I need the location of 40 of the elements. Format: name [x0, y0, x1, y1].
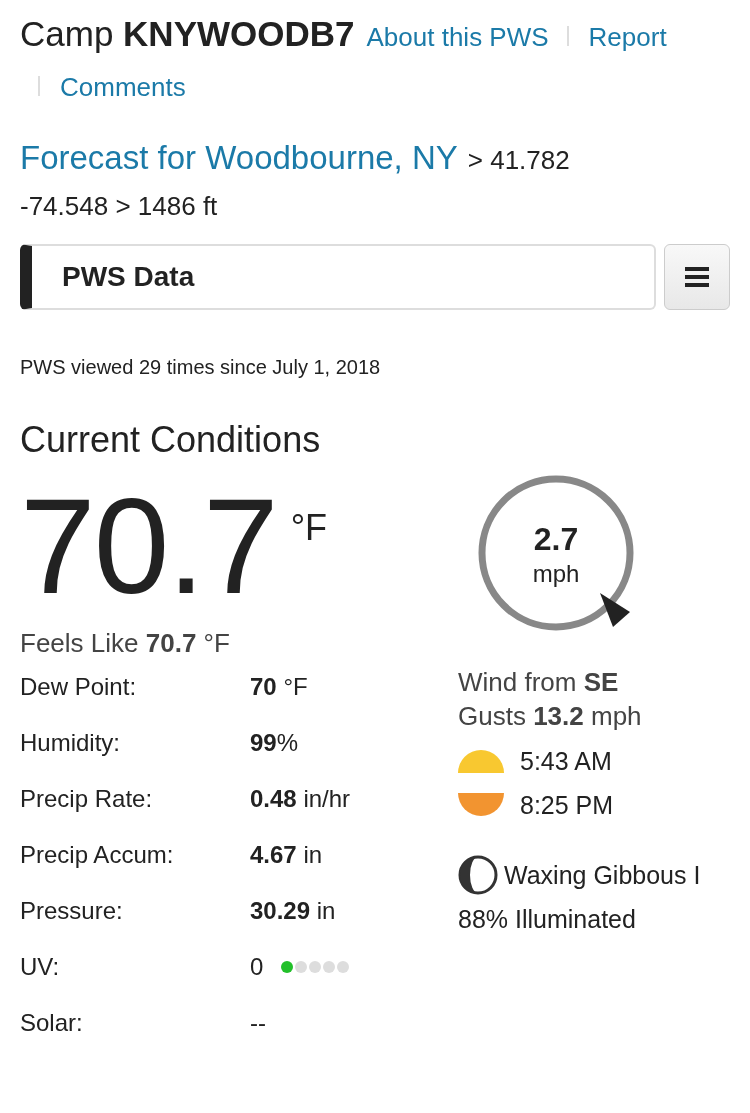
- row-label: UV:: [20, 952, 61, 981]
- row-value: 0.48 in/hr: [250, 784, 351, 813]
- coordinates: > 41.782: [467, 145, 570, 176]
- row-value: 4.67 in: [250, 840, 323, 869]
- wind-unit: mph: [531, 560, 581, 588]
- row-label: Pressure:: [20, 896, 124, 925]
- row-value: 70 °F: [250, 672, 308, 701]
- wind-gusts: Gusts 13.2 mph: [458, 700, 643, 733]
- temperature-unit: °F: [290, 507, 328, 549]
- temperature: 70.7: [20, 475, 277, 618]
- moon-icon: [458, 855, 498, 895]
- sunset-icon: [458, 793, 504, 817]
- sun-time: 8:25 PM: [520, 790, 614, 820]
- moon-phase: Waxing Gibbous I: [504, 860, 701, 890]
- menu-icon: [685, 267, 709, 287]
- coordinates: -74.548 > 1486 ft: [20, 191, 219, 222]
- row-label: Precip Accum:: [20, 840, 175, 869]
- row-label: Solar:: [20, 1008, 84, 1037]
- forecast-link[interactable]: Forecast for Woodbourne, NY: [20, 139, 458, 177]
- row-value: --: [250, 1008, 266, 1037]
- menu-button[interactable]: [664, 244, 730, 310]
- view-count: PWS viewed 29 times since July 1, 2018: [20, 356, 382, 379]
- wind-direction: Wind from SE: [458, 666, 620, 699]
- row-label: Dew Point:: [20, 672, 138, 701]
- station-link[interactable]: Comments: [60, 72, 186, 103]
- wind-speed: 2.7: [532, 521, 580, 558]
- moon-illumination: 88% Illuminated: [458, 905, 637, 934]
- feels-like: Feels Like 70.7 °F: [20, 627, 231, 659]
- row-label: Precip Rate:: [20, 784, 154, 813]
- section-bar: PWS Data: [20, 244, 656, 310]
- station-link[interactable]: About this PWS: [366, 22, 549, 53]
- row-value: 99%: [250, 728, 299, 757]
- station-link[interactable]: Report: [588, 22, 667, 53]
- station-title: Camp KNYWOODB7: [20, 14, 355, 54]
- sun-time: 5:43 AM: [520, 746, 612, 776]
- section-heading: Current Conditions: [20, 419, 322, 461]
- row-value: 0: [250, 952, 264, 981]
- row-value: 30.29 in: [250, 896, 336, 925]
- sunrise-icon: [458, 749, 504, 773]
- row-label: Humidity:: [20, 728, 122, 757]
